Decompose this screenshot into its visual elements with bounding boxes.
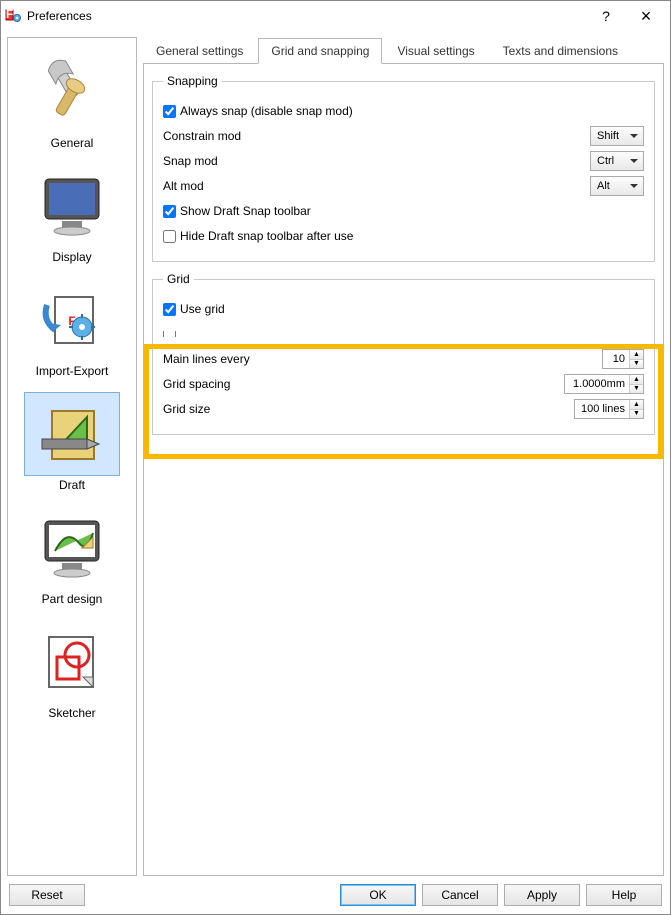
apply-button[interactable]: Apply (504, 884, 580, 906)
main-lines-label: Main lines every (163, 352, 250, 366)
always-snap-checkbox[interactable]: Always snap (disable snap mod) (163, 104, 353, 118)
help-button[interactable]: Help (586, 884, 662, 906)
grid-size-input[interactable] (575, 400, 629, 418)
svg-text:F: F (6, 8, 13, 21)
grid-spacing-label: Grid spacing (163, 377, 230, 391)
show-toolbar-checkbox[interactable]: Show Draft Snap toolbar (163, 204, 311, 218)
help-button[interactable]: ? (586, 2, 626, 30)
down-icon[interactable]: ▼ (630, 385, 643, 394)
constrain-mod-label: Constrain mod (163, 129, 241, 143)
snap-mod-dropdown[interactable]: Ctrl (590, 151, 644, 171)
tab-bar: General settings Grid and snapping Visua… (143, 37, 664, 64)
spinner-buttons[interactable]: ▲▼ (629, 400, 643, 418)
grid-group: Grid Use grid Main lines every ▲▼ Grid s… (152, 272, 655, 435)
up-icon[interactable]: ▲ (630, 375, 643, 385)
snapping-group: Snapping Always snap (disable snap mod) … (152, 74, 655, 262)
sidebar-label: General (51, 136, 94, 150)
down-icon[interactable]: ▼ (630, 360, 643, 369)
sidebar-label: Import-Export (36, 364, 109, 378)
sketcher-icon (24, 620, 120, 704)
display-icon (24, 164, 120, 248)
window-title: Preferences (27, 9, 586, 23)
tab-pane: Snapping Always snap (disable snap mod) … (143, 64, 664, 876)
tab-grid-and-snapping[interactable]: Grid and snapping (258, 38, 382, 64)
grid-legend: Grid (163, 272, 194, 286)
down-icon[interactable]: ▼ (630, 410, 643, 419)
general-icon (24, 50, 120, 134)
grid-size-spinner[interactable]: ▲▼ (574, 399, 644, 419)
grid-spacing-spinner[interactable]: ▲▼ (564, 374, 644, 394)
up-icon[interactable]: ▲ (630, 350, 643, 360)
sidebar-label: Part design (42, 592, 103, 606)
draft-icon (24, 392, 120, 476)
hidden-checkbox-partial[interactable] (163, 331, 176, 337)
use-grid-input[interactable] (163, 303, 176, 316)
spinner-buttons[interactable]: ▲▼ (629, 375, 643, 393)
snapping-legend: Snapping (163, 74, 222, 88)
ok-button[interactable]: OK (340, 884, 416, 906)
main-lines-input[interactable] (603, 350, 629, 368)
main-lines-spinner[interactable]: ▲▼ (602, 349, 644, 369)
alt-mod-dropdown[interactable]: Alt (590, 176, 644, 196)
app-icon: F (5, 8, 21, 24)
reset-button[interactable]: Reset (9, 884, 85, 906)
part-design-icon (24, 506, 120, 590)
sidebar-item-import-export[interactable]: F Import-Export (12, 272, 132, 382)
sidebar-label: Draft (59, 478, 85, 492)
close-button[interactable]: × (626, 2, 666, 30)
hide-after-use-input[interactable] (163, 230, 176, 243)
sidebar: General Display F (7, 37, 137, 876)
constrain-mod-dropdown[interactable]: Shift (590, 126, 644, 146)
always-snap-input[interactable] (163, 105, 176, 118)
footer: Reset OK Cancel Apply Help (1, 876, 670, 914)
sidebar-item-sketcher[interactable]: Sketcher (12, 614, 132, 724)
alt-mod-label: Alt mod (163, 179, 204, 193)
snap-mod-label: Snap mod (163, 154, 218, 168)
show-toolbar-input[interactable] (163, 205, 176, 218)
hide-after-use-checkbox[interactable]: Hide Draft snap toolbar after use (163, 229, 353, 243)
titlebar: F Preferences ? × (1, 1, 670, 31)
up-icon[interactable]: ▲ (630, 400, 643, 410)
sidebar-item-part-design[interactable]: Part design (12, 500, 132, 610)
tab-visual-settings[interactable]: Visual settings (384, 38, 487, 64)
sidebar-item-general[interactable]: General (12, 44, 132, 154)
use-grid-checkbox[interactable]: Use grid (163, 302, 225, 316)
grid-spacing-input[interactable] (565, 375, 629, 393)
grid-size-label: Grid size (163, 402, 210, 416)
sidebar-item-draft[interactable]: Draft (12, 386, 132, 496)
spinner-buttons[interactable]: ▲▼ (629, 350, 643, 368)
sidebar-label: Sketcher (48, 706, 95, 720)
tab-general-settings[interactable]: General settings (143, 38, 256, 64)
cancel-button[interactable]: Cancel (422, 884, 498, 906)
main-panel: General settings Grid and snapping Visua… (143, 37, 664, 876)
import-export-icon: F (24, 278, 120, 362)
tab-texts-and-dimensions[interactable]: Texts and dimensions (490, 38, 631, 64)
sidebar-label: Display (52, 250, 91, 264)
sidebar-item-display[interactable]: Display (12, 158, 132, 268)
